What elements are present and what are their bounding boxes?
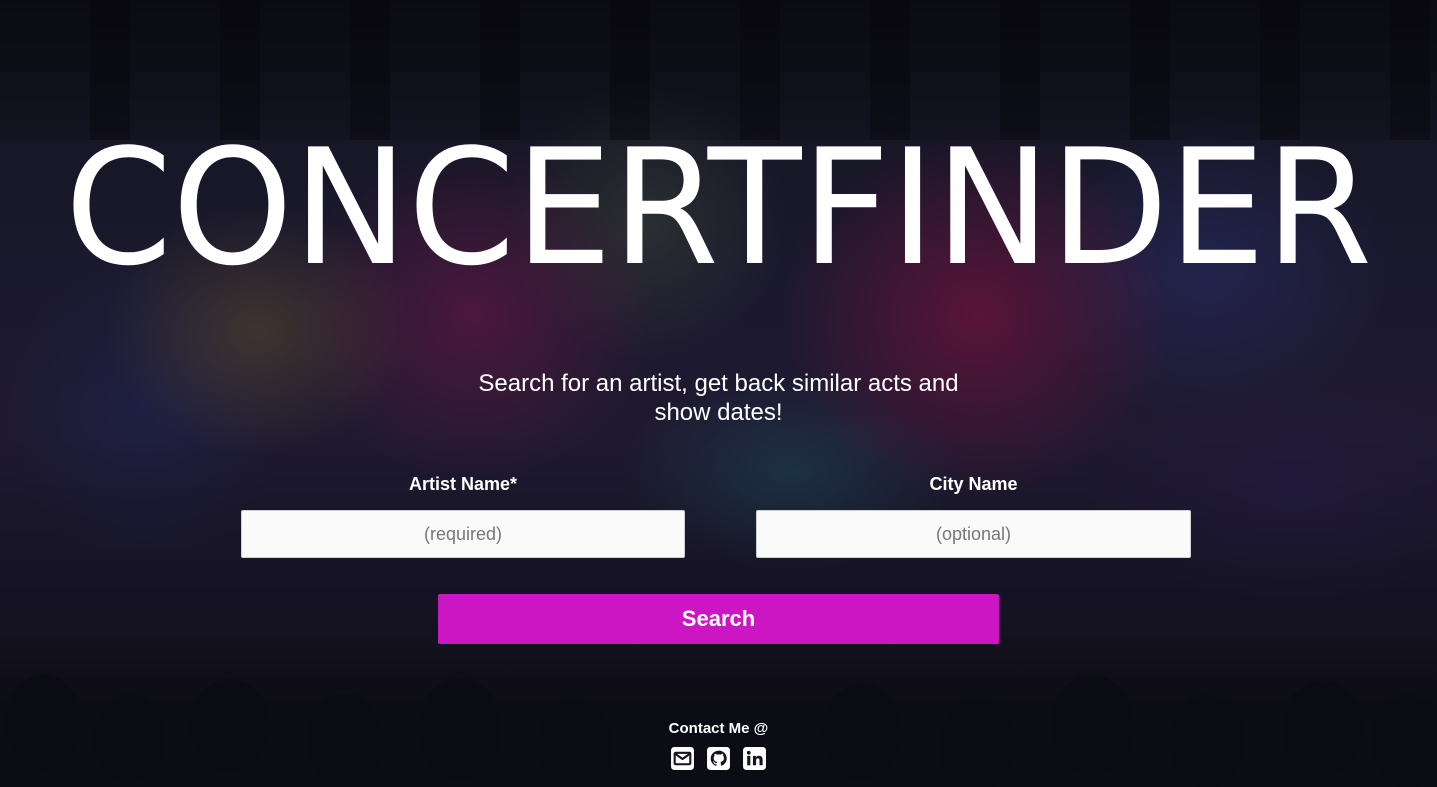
contact-label: Contact Me @ — [668, 720, 769, 737]
contact-links — [0, 746, 1437, 771]
tagline: Search for an artist, get back similar a… — [478, 370, 959, 426]
linkedin-link[interactable] — [742, 746, 767, 771]
artist-name-label: Artist Name* — [408, 474, 518, 494]
page-title: CONCERTFINDER — [64, 114, 1373, 301]
email-link[interactable] — [670, 746, 695, 771]
city-name-label: City Name — [929, 474, 1018, 494]
github-link[interactable] — [706, 746, 731, 771]
main-content: CONCERTFINDER Search for an artist, get … — [0, 0, 1437, 787]
search-button[interactable]: Search — [438, 594, 999, 644]
linkedin-icon — [743, 747, 766, 770]
artist-name-input[interactable] — [241, 510, 685, 558]
github-icon — [707, 747, 730, 770]
city-name-input[interactable] — [756, 510, 1191, 558]
envelope-icon — [671, 747, 694, 770]
